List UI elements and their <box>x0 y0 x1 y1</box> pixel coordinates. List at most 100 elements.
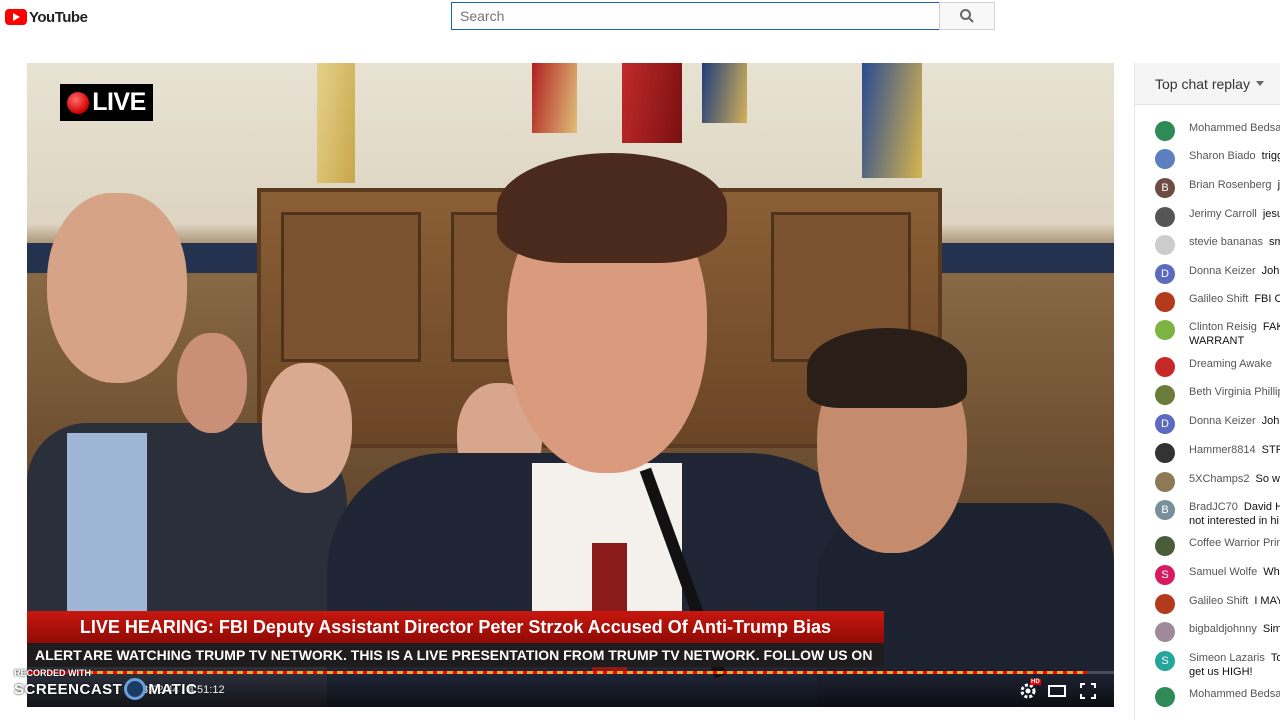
chat-text: Sim <box>1262 623 1280 635</box>
chat-text: Wh <box>1263 566 1280 578</box>
chat-text: David H <box>1243 501 1280 513</box>
youtube-logo[interactable]: YouTube <box>5 7 88 27</box>
live-badge: LIVE <box>60 84 153 121</box>
chat-text: I MAY <box>1254 595 1280 607</box>
avatar[interactable]: B <box>1155 500 1175 520</box>
avatar[interactable] <box>1155 121 1175 141</box>
avatar[interactable]: D <box>1155 264 1175 284</box>
avatar[interactable] <box>1155 687 1175 707</box>
chat-text: jesu <box>1262 208 1280 220</box>
chat-message-body: Brian Rosenberg j <box>1189 178 1280 192</box>
chat-message: S Simeon Lazaris To get us HIGH! <box>1155 651 1280 679</box>
avatar[interactable] <box>1155 443 1175 463</box>
chat-message-body: Hammer8814 STF <box>1189 443 1280 457</box>
chat-author[interactable]: stevie bananas <box>1189 236 1263 248</box>
screencast-logo-icon <box>124 678 147 700</box>
avatar[interactable] <box>1155 292 1175 312</box>
chat-author[interactable]: Beth Virginia Phillip <box>1189 386 1280 398</box>
chat-text: FAK <box>1262 321 1280 333</box>
chat-author[interactable]: Sharon Biado <box>1189 150 1256 162</box>
chat-author[interactable]: Simeon Lazaris <box>1189 652 1265 664</box>
chat-message-body: Donna Keizer Joh <box>1189 414 1279 428</box>
chat-author[interactable]: Coffee Warrior Prin <box>1189 537 1280 549</box>
chat-author[interactable]: Mohammed Bedsa <box>1189 122 1280 134</box>
chat-message-body: Clinton Reisig FAK WARRANT <box>1189 320 1280 348</box>
video-player[interactable]: LIVE LIVE HEARING: FBI Deputy Assistant … <box>27 63 1114 707</box>
person-right-hair <box>807 328 967 408</box>
avatar[interactable]: S <box>1155 565 1175 585</box>
chat-message: Clinton Reisig FAK WARRANT <box>1155 320 1280 348</box>
chat-text: So w <box>1255 473 1280 485</box>
avatar[interactable] <box>1155 622 1175 642</box>
chat-author[interactable]: Jerimy Carroll <box>1189 208 1257 220</box>
audience-head <box>177 333 247 433</box>
chat-author[interactable]: Galileo Shift <box>1189 595 1248 607</box>
avatar[interactable] <box>1155 536 1175 556</box>
chat-text-continued: get us HIGH! <box>1189 666 1253 678</box>
chat-author[interactable]: Donna Keizer <box>1189 415 1256 427</box>
chat-author[interactable]: BradJC70 <box>1189 501 1238 513</box>
avatar[interactable] <box>1155 149 1175 169</box>
avatar[interactable] <box>1155 235 1175 255</box>
person-left-shirt <box>67 433 147 613</box>
settings-icon[interactable]: HD <box>1019 679 1041 700</box>
chat-author[interactable]: 5XChamps2 <box>1189 473 1250 485</box>
chat-message-body: Mohammed Bedsa <box>1189 121 1280 135</box>
chat-message: stevie bananas sm <box>1155 235 1280 255</box>
chat-author[interactable]: Hammer8814 <box>1189 444 1256 456</box>
chat-message: Dreaming Awake <box>1155 357 1278 377</box>
chat-author[interactable]: Donna Keizer <box>1189 265 1256 277</box>
flag <box>622 63 682 143</box>
chat-message-body: 5XChamps2 So w <box>1189 472 1280 486</box>
audience-head <box>262 363 352 493</box>
avatar[interactable] <box>1155 385 1175 405</box>
search-box[interactable] <box>451 2 940 30</box>
search-button[interactable] <box>939 2 995 30</box>
chat-message-body: Coffee Warrior Prin <box>1189 536 1280 550</box>
chat-message: Galileo Shift I MAY <box>1155 594 1280 614</box>
chat-mode-label: Top chat replay <box>1155 75 1250 92</box>
person-left-head <box>47 193 187 383</box>
chat-message: 5XChamps2 So w <box>1155 472 1280 492</box>
fullscreen-icon[interactable] <box>1079 682 1097 700</box>
flag <box>317 63 355 183</box>
live-chat-panel: Top chat replay Mohammed Bedsa Sharon Bia… <box>1134 63 1280 720</box>
flag <box>862 63 922 178</box>
chat-text: sm <box>1269 236 1280 248</box>
chat-author[interactable]: Clinton Reisig <box>1189 321 1257 333</box>
chat-text: STF <box>1261 444 1280 456</box>
chat-author[interactable]: bigbaldjohnny <box>1189 623 1257 635</box>
chat-author[interactable]: Brian Rosenberg <box>1189 179 1272 191</box>
avatar[interactable] <box>1155 357 1175 377</box>
avatar[interactable] <box>1155 320 1175 340</box>
avatar[interactable]: D <box>1155 414 1175 434</box>
chat-message: bigbaldjohnny Sim <box>1155 622 1280 642</box>
wall-band <box>942 243 1114 273</box>
screencast-watermark: RECORDED WITH SCREENCAST MATIC <box>14 668 197 700</box>
theater-icon[interactable] <box>1048 682 1066 700</box>
ticker-alert-label: ALERT <box>35 647 82 663</box>
search-icon <box>960 9 974 23</box>
avatar[interactable] <box>1155 594 1175 614</box>
progress-buffer <box>87 671 1087 674</box>
avatar[interactable] <box>1155 472 1175 492</box>
chat-message-body: Jerimy Carroll jesu <box>1189 207 1280 221</box>
chat-message: D Donna Keizer Joh <box>1155 414 1279 434</box>
chat-message-body: bigbaldjohnny Sim <box>1189 622 1280 636</box>
chat-author[interactable]: Mohammed Bedsa <box>1189 688 1280 700</box>
search-input[interactable] <box>452 3 939 29</box>
news-ticker: ALERT ARE WATCHING TRUMP TV NETWORK. THI… <box>27 643 884 667</box>
watermark-right: MATIC <box>148 680 198 698</box>
chat-message: S Samuel Wolfe Wh <box>1155 565 1280 585</box>
chat-author[interactable]: Samuel Wolfe <box>1189 566 1257 578</box>
avatar[interactable]: S <box>1155 651 1175 671</box>
chat-message-body: Mohammed Bedsa <box>1189 687 1280 701</box>
chat-message-body: Beth Virginia Phillip <box>1189 385 1280 399</box>
youtube-play-icon <box>5 9 27 25</box>
avatar[interactable] <box>1155 207 1175 227</box>
avatar[interactable]: B <box>1155 178 1175 198</box>
chat-author[interactable]: Galileo Shift <box>1189 293 1248 305</box>
lower-third-title: LIVE HEARING: FBI Deputy Assistant Direc… <box>27 611 884 643</box>
chat-header[interactable]: Top chat replay <box>1135 63 1280 105</box>
chat-author[interactable]: Dreaming Awake <box>1189 358 1272 370</box>
